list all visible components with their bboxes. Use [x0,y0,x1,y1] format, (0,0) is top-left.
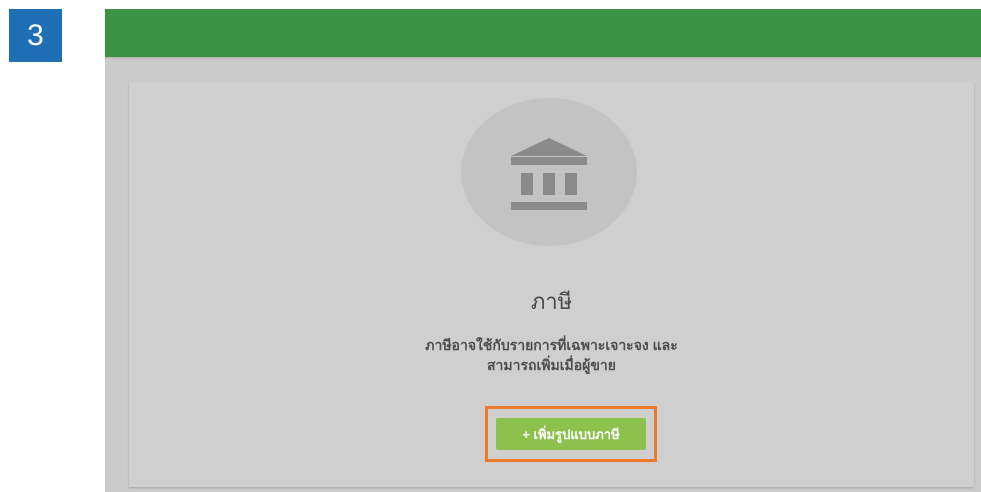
empty-state-title: ภาษี [530,289,573,314]
screenshot-frame: ภาษี ภาษีอาจใช้กับรายการที่เฉพาะเจาะจง แ… [105,9,981,492]
empty-state-description: ภาษีอาจใช้กับรายการที่เฉพาะเจาะจง และ สา… [129,335,974,375]
highlight-box: + เพิ่มรูปแบบภาษี [485,406,657,462]
bank-icon [511,138,587,210]
add-tax-button[interactable]: + เพิ่มรูปแบบภาษี [496,418,646,450]
description-line-2: สามารถเพิ่มเมื่อผู้ขาย [487,357,616,373]
app-header-bar [105,9,981,60]
step-number-badge: 3 [9,9,62,62]
tax-empty-state-card: ภาษี ภาษีอาจใช้กับรายการที่เฉพาะเจาะจง แ… [129,82,974,487]
description-line-1: ภาษีอาจใช้กับรายการที่เฉพาะเจาะจง และ [425,337,678,353]
icon-circle [461,98,637,246]
